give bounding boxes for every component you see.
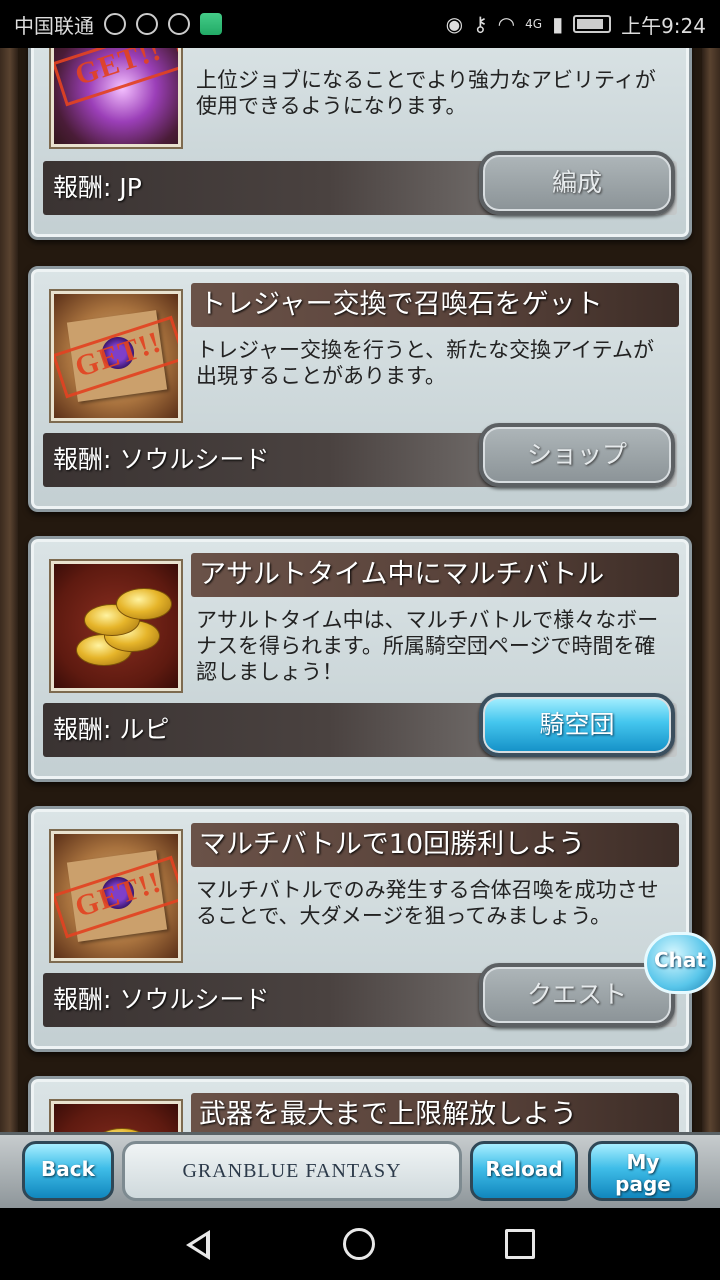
status-right: ◉ ⚷ ◠ 4G ▮ 上午9:24 [446, 10, 706, 39]
flame-icon [168, 13, 190, 35]
mission-description: アサルトタイム中は、マルチバトルで様々なボーナスを得られます。所属騎空団ページで… [196, 608, 659, 684]
mission-thumbnail: GET!! [51, 831, 181, 961]
wifi-icon: ◠ [497, 12, 516, 36]
mission-card: 武器を最大まで上限解放しよう [28, 1076, 692, 1132]
mypage-button[interactable]: My page [588, 1141, 698, 1201]
mission-card: GET!! 上位ジョブになることでより強力なアビリティが使用できるようになります… [28, 48, 692, 240]
reload-button[interactable]: Reload [470, 1141, 578, 1201]
mission-description: マルチバトルでのみ発生する合体召喚を成功させることで、大ダメージを狙ってみましょ… [196, 878, 659, 928]
game-nav-bar: Back GRANBLUE FANTASY Reload My page [0, 1132, 720, 1208]
android-nav-bar [0, 1208, 720, 1280]
mission-list[interactable]: GET!! 上位ジョブになることでより強力なアビリティが使用できるようになります… [18, 48, 702, 1132]
recent-apps-icon[interactable] [505, 1229, 535, 1259]
formation-button[interactable]: 編成 [479, 151, 675, 215]
mission-title: トレジャー交換で召喚石をゲット [191, 283, 679, 327]
back-triangle-icon[interactable] [186, 1230, 210, 1260]
key-icon: ⚷ [473, 12, 488, 36]
reward-bar: 報酬: JP 編成 [43, 151, 677, 215]
signal-icon: ▮ [552, 12, 564, 36]
battery-icon [573, 15, 612, 33]
clock-label: 上午9:24 [621, 13, 706, 38]
mission-title: マルチバトルで10回勝利しよう [191, 823, 679, 867]
reward-label: 報酬: ソウルシード [53, 985, 270, 1014]
game-view[interactable]: GET!! 上位ジョブになることでより強力なアビリティが使用できるようになります… [0, 48, 720, 1132]
reward-label: 報酬: ルピ [53, 715, 170, 744]
mission-description: 上位ジョブになることでより強力なアビリティが使用できるようになります。 [196, 68, 656, 118]
mission-title: 武器を最大まで上限解放しよう [191, 1093, 679, 1132]
mypage-label-line1: My [626, 1150, 660, 1174]
chat-button[interactable]: Chat [644, 932, 716, 994]
status-left: 中国联通 [14, 10, 222, 39]
play-store-icon [200, 13, 222, 35]
eye-icon: ◉ [445, 12, 464, 36]
reload-label: Reload [485, 1157, 563, 1181]
sync-icon [136, 13, 158, 35]
mypage-label-line2: page [615, 1172, 671, 1196]
reward-label: 報酬: ソウルシード [53, 445, 270, 474]
mission-thumbnail [51, 1101, 181, 1132]
mission-description: トレジャー交換を行うと、新たな交換アイテムが出現することがあります。 [196, 338, 655, 388]
mission-title: アサルトタイム中にマルチバトル [191, 553, 679, 597]
game-logo: GRANBLUE FANTASY [122, 1141, 462, 1201]
mission-card: アサルトタイム中にマルチバトル アサルトタイム中は、マルチバトルで様々なボーナス… [28, 536, 692, 782]
crew-button[interactable]: 騎空団 [479, 693, 675, 757]
alarm-icon [104, 13, 126, 35]
mission-thumbnail [51, 561, 181, 691]
network-type-label: 4G [525, 17, 543, 31]
back-label: Back [41, 1157, 95, 1181]
mission-thumbnail: GET!! [51, 48, 181, 147]
reward-bar: 報酬: ソウルシード クエスト [43, 963, 677, 1027]
shop-button[interactable]: ショップ [479, 423, 675, 487]
carrier-label: 中国联通 [14, 13, 94, 38]
coin-icon [116, 588, 172, 620]
status-bar: 中国联通 ◉ ⚷ ◠ 4G ▮ 上午9:24 [0, 0, 720, 48]
reward-bar: 報酬: ルピ 騎空団 [43, 693, 677, 757]
mission-thumbnail: GET!! [51, 291, 181, 421]
reward-bar: 報酬: ソウルシード ショップ [43, 423, 677, 487]
get-stamp: GET!! [54, 48, 178, 107]
reward-label: 報酬: JP [53, 173, 142, 202]
mission-card: マルチバトルで10回勝利しよう GET!! マルチバトルでのみ発生する合体召喚を… [28, 806, 692, 1052]
home-circle-icon[interactable] [343, 1228, 375, 1260]
back-button[interactable]: Back [22, 1141, 114, 1201]
mission-card: トレジャー交換で召喚石をゲット GET!! トレジャー交換を行うと、新たな交換ア… [28, 266, 692, 512]
